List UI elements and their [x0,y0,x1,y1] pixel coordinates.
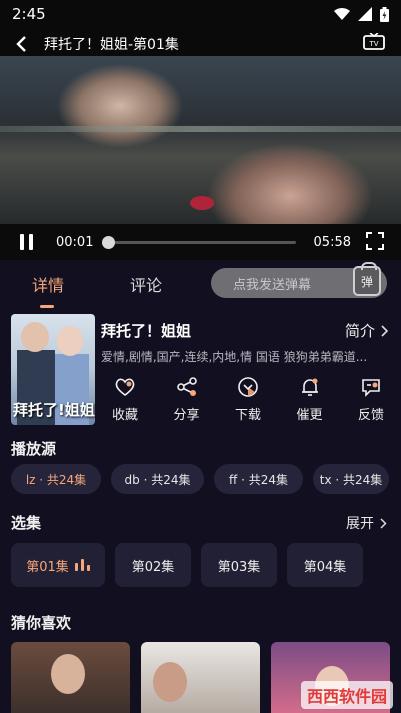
action-label: 分享 [173,408,200,423]
tab-comments[interactable]: 评论 [112,272,162,296]
playing-indicator-icon [74,559,90,571]
episodes-title: 选集 [11,514,42,532]
expand-episodes-button[interactable]: 展开 [346,513,387,533]
action-label: 收藏 [111,408,138,423]
source-chip-db[interactable]: db · 共24集 [111,464,204,494]
video-detail [190,196,214,210]
fullscreen-icon[interactable] [365,231,387,253]
action-label: 反馈 [357,408,384,423]
wifi-icon [334,7,350,21]
heart-icon [115,378,135,396]
video-split-line [0,126,401,132]
player-controls: 00:01 05:58 [0,224,401,260]
danmaku-input[interactable]: 点我发送弹幕 弹 [211,262,387,298]
poster-logo-text: 拜托了!姐姐 [13,401,95,420]
battery-icon [380,6,389,22]
intro-label: 简介 [344,322,375,340]
source-chip-tx[interactable]: tx · 共24集 [313,464,389,494]
back-arrow-icon[interactable] [14,33,36,55]
intro-link[interactable]: 简介 [345,320,389,341]
download-icon [238,377,258,397]
tab-details[interactable]: 详情 [14,272,64,308]
expand-label: 展开 [346,516,374,532]
action-label: 催更 [296,408,323,423]
episode-item-01[interactable]: 第01集 [11,543,105,587]
episode-item-03[interactable]: 第03集 [201,543,277,587]
danmaku-placeholder: 点我发送弹幕 [233,277,312,293]
watermark-logo: 西西软件园 [300,681,393,709]
status-bar: 2:45 [0,0,401,28]
progress-bar[interactable] [102,235,296,249]
source-chip-lz[interactable]: lz · 共24集 [11,464,101,494]
episode-label: 第01集 [26,559,69,575]
status-icons [334,6,389,22]
share-button[interactable]: 分享 [165,376,209,423]
favorite-button[interactable]: 收藏 [103,376,147,423]
source-chip-ff[interactable]: ff · 共24集 [214,464,303,494]
chevron-right-icon [381,324,389,337]
source-list: lz · 共24集 db · 共24集 ff · 共24集 tx · 共24集 [11,464,389,494]
pause-icon[interactable] [14,230,38,254]
card-image [153,662,187,702]
episode-item-02[interactable]: 第02集 [115,543,191,587]
page-title: 拜托了！姐姐-第01集 [44,37,179,53]
current-time: 00:01 [56,234,94,250]
content-tabs: 详情 评论 点我发送弹幕 弹 [0,262,401,308]
title-bar: 拜托了！姐姐-第01集 TV [0,30,401,58]
show-title: 拜托了！姐姐 [101,322,192,340]
sources-title: 播放源 [11,440,57,458]
recommend-title: 猜你喜欢 [11,614,72,632]
recommend-card[interactable] [141,642,260,713]
action-label: 下载 [234,408,261,423]
recommend-card[interactable] [11,642,130,713]
video-player[interactable]: 2:45 拜托了！姐姐-第01集 TV 00:01 05:58 [0,0,401,260]
poster-face [21,322,49,352]
duration: 05:58 [313,234,351,250]
episode-list: 第01集 第02集 第03集 第04集 [11,543,363,587]
feedback-button[interactable]: 反馈 [349,376,393,423]
download-button[interactable]: 下载 [226,376,270,423]
svg-text:TV: TV [368,40,378,48]
progress-knob[interactable] [102,235,116,249]
update-request-button[interactable]: 催更 [288,376,332,423]
bell-icon [301,378,318,396]
poster-face [57,326,83,356]
share-icon [176,377,197,396]
show-info: 拜托了!姐姐 拜托了！姐姐 简介 爱情,剧情,国产,连续,内地,情 国语 狼狗弟… [11,314,391,426]
signal-icon [358,7,372,21]
show-tags: 爱情,剧情,国产,连续,内地,情 国语 狼狗弟弟霸道... [101,350,368,364]
feedback-icon [362,379,380,397]
card-image [51,654,85,694]
tv-cast-icon[interactable]: TV [363,32,387,55]
chevron-right-icon [380,517,387,529]
status-time: 2:45 [12,5,46,23]
show-poster: 拜托了!姐姐 [11,314,95,425]
episode-item-04[interactable]: 第04集 [287,543,363,587]
action-row: 收藏 分享 下载 催更 反馈 [103,376,393,423]
video-frame[interactable] [0,56,401,224]
danmaku-toggle-icon[interactable]: 弹 [353,262,381,296]
